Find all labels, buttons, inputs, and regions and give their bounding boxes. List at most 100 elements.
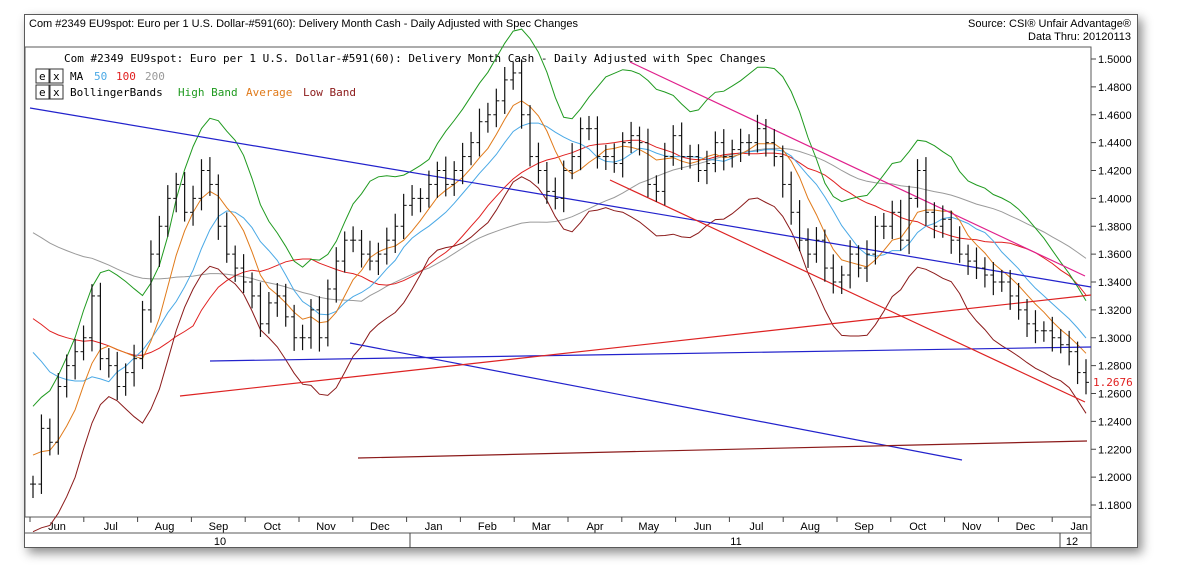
price-bar (333, 247, 340, 303)
price-bar (434, 161, 441, 198)
x-year-label: 11 (730, 536, 741, 548)
price-bar (291, 304, 298, 351)
trendlines (29, 61, 1092, 461)
price-bar (1066, 330, 1073, 366)
y-tick-label: 1.3400 (1098, 277, 1132, 289)
price-bar (847, 240, 854, 289)
price-bar (105, 348, 112, 378)
price-bar (619, 132, 626, 178)
price-bar (998, 269, 1005, 292)
price-bar (931, 202, 938, 239)
x-month-label: Jun (694, 521, 712, 533)
price-bar (114, 351, 121, 400)
price-bar (215, 174, 222, 240)
bollinger-average (32, 100, 1087, 456)
price-bar (46, 418, 53, 456)
y-tick-label: 1.3200 (1098, 305, 1132, 317)
price-bar (712, 131, 719, 173)
x-month-label: Sep (209, 521, 229, 533)
ma-200-line (32, 147, 1087, 302)
price-bar (468, 131, 475, 166)
price-bar (922, 157, 929, 226)
price-bar (80, 325, 87, 361)
price-bar (55, 373, 62, 455)
price-bar (771, 129, 778, 167)
price-bar (316, 296, 323, 352)
price-bar (678, 122, 685, 170)
ma-100-line (32, 139, 1087, 356)
legend-ma-200: 200 (145, 70, 165, 83)
legend-ma-50: 50 (94, 70, 107, 83)
price-bar (366, 240, 373, 271)
price-bar (813, 227, 820, 263)
x-month-label: Aug (800, 521, 820, 533)
y-tick-label: 1.5000 (1098, 54, 1132, 66)
y-tick-label: 1.3800 (1098, 221, 1132, 233)
y-tick-label: 1.2000 (1098, 472, 1132, 484)
price-bar (190, 185, 197, 226)
price-bar (1049, 316, 1056, 352)
price-bar (324, 279, 331, 347)
legend: e x e x MA 50 100 200 BollingerBands Hig… (35, 68, 356, 100)
price-bar (97, 282, 104, 371)
x-month-label: Jun (48, 521, 66, 533)
trendline (209, 346, 1092, 362)
y-tick-label: 1.2600 (1098, 389, 1132, 401)
legend-bb-e: e (39, 86, 46, 99)
y-tick-label: 1.4400 (1098, 138, 1132, 150)
price-bar (274, 282, 281, 317)
price-bar (1040, 321, 1047, 342)
price-bar (973, 247, 980, 280)
price-bar (914, 159, 921, 208)
y-tick-label: 1.1800 (1098, 500, 1132, 512)
legend-average: Average (246, 86, 292, 99)
ma-50-line (32, 122, 1087, 383)
x-month-label: Nov (962, 521, 982, 533)
price-bar (805, 228, 812, 268)
price-bar (38, 414, 45, 494)
legend-ma-100: 100 (116, 70, 136, 83)
x-month-label: Nov (316, 521, 336, 533)
x-month-label: Aug (155, 521, 175, 533)
legend-ma-x: x (53, 70, 60, 83)
x-month-label: Sep (854, 521, 874, 533)
legend-ma-label: MA (70, 70, 84, 83)
price-bar (181, 172, 188, 222)
legend-bb-label: BollingerBands (70, 86, 163, 99)
price-bar (206, 157, 213, 196)
price-bar (459, 142, 466, 185)
price-bar (956, 226, 963, 263)
price-bar (139, 300, 146, 370)
x-month-label: Dec (370, 521, 390, 533)
price-bar (552, 177, 559, 210)
price-bar (644, 128, 651, 198)
x-year-label: 10 (214, 536, 226, 548)
price-bar (358, 230, 365, 268)
legend-high-band: High Band (178, 86, 238, 99)
price-bar (307, 299, 314, 349)
y-tick-label: 1.4600 (1098, 110, 1132, 122)
trendline (349, 342, 963, 461)
price-bar (1024, 299, 1031, 337)
price-bar (577, 117, 584, 171)
y-tick-label: 1.3600 (1098, 249, 1132, 261)
price-bar (392, 213, 399, 253)
price-bar (602, 144, 609, 170)
price-bar (257, 282, 264, 337)
last-price-label: 1.2676 (1093, 376, 1133, 389)
price-bar (299, 324, 306, 351)
x-month-label: Mar (532, 521, 551, 533)
legend-ma-e: e (39, 70, 46, 83)
y-tick-label: 1.3000 (1098, 333, 1132, 345)
price-bar (72, 338, 79, 380)
price-bar (1083, 359, 1089, 395)
price-bar (451, 161, 458, 196)
price-bar (880, 212, 887, 240)
price-bar (594, 116, 601, 169)
y-tick-label: 1.2800 (1098, 361, 1132, 373)
price-bar (653, 175, 660, 202)
price-bar (527, 105, 534, 167)
indicator-lines (32, 28, 1087, 533)
price-bar (476, 108, 483, 157)
plot-area (24, 46, 1092, 518)
